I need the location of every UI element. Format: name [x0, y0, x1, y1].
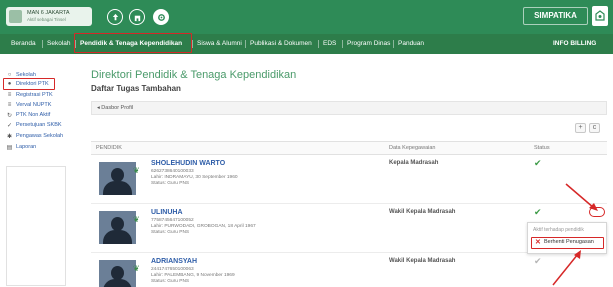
list-icon: ≡ [7, 92, 12, 98]
school-name: MAN 6 JAKARTA [27, 10, 70, 16]
check-icon: ✔ [534, 158, 542, 168]
leaf-badge-icon: ❦ [133, 215, 140, 224]
school-avatar [9, 10, 22, 23]
menu-divider [192, 40, 193, 48]
breadcrumb-label: Dasbor Profil [101, 105, 134, 111]
menu-divider [318, 40, 319, 48]
avatar [99, 211, 136, 244]
menu-item-info-billing[interactable]: INFO BILLING [553, 34, 596, 54]
document-icon: ▤ [6, 144, 13, 151]
sidebar-item-verval-nuptk[interactable]: ≡ Verval NUPTK [6, 101, 52, 109]
table-row: ❦ ADRIANSYAH 2441747650100063 Lahir: PAL… [91, 254, 607, 287]
menu-item-panduan[interactable]: Panduan [398, 34, 424, 54]
sidebar-item-registrasi-ptk[interactable]: ≡ Registrasi PTK [6, 91, 53, 99]
row-action-dropdown-button[interactable] [589, 207, 605, 217]
ptk-birth: Lahir: PALEMBANG, 9 November 1969 [151, 273, 235, 278]
sidebar-item-label: Verval NUPTK [16, 102, 52, 108]
menu-item-sekolah[interactable]: Sekolah [47, 34, 71, 54]
sidebar-item-laporan[interactable]: ▤ Laporan [6, 143, 37, 151]
column-header-pendidik: PENDIDIK [96, 145, 122, 151]
gear-icon[interactable] [153, 9, 169, 25]
menu-divider [393, 40, 394, 48]
ptk-position: Wakil Kepala Madrasah [389, 209, 456, 215]
avatar [99, 260, 136, 287]
school-role: Aktif sebagai Tinsel [27, 17, 66, 22]
ptk-status: Status: Guru PNS [151, 181, 190, 186]
column-header-status: Status [534, 145, 550, 151]
sidebar-item-label: Laporan [16, 144, 37, 150]
avatar [99, 162, 136, 195]
menu-divider [42, 40, 43, 48]
refresh-icon: ↻ [6, 112, 13, 119]
sidebar-item-label: Registrasi PTK [16, 92, 53, 98]
table-header: PENDIDIK Data Kepegawaian Status [91, 141, 607, 155]
ptk-status: Status: Guru PNS [151, 279, 190, 284]
user-icon: ✱ [6, 133, 13, 140]
list-icon: ≡ [7, 102, 12, 108]
sidebar-item-label: Persetujuan SKBK [16, 122, 62, 128]
ptk-id: 2441747650100063 [151, 267, 194, 272]
ptk-status: Status: Guru PNS [151, 230, 190, 235]
refresh-button[interactable]: c [589, 123, 600, 133]
page-subtitle: Daftar Tugas Tambahan [91, 84, 181, 93]
active-sidebar-highlight [3, 78, 55, 90]
menu-item-publikasi[interactable]: Publikasi & Dokumen [250, 34, 312, 54]
menu-item-eds[interactable]: EDS [323, 34, 336, 54]
building-icon[interactable] [129, 9, 145, 25]
brand-logo-text: SIMPATIKA [523, 7, 588, 25]
sidebar-item-pengawas-sekolah[interactable]: ✱ Pengawas Sekolah [6, 132, 63, 140]
ptk-name-link[interactable]: ULINUHA [151, 209, 183, 216]
brand-emblem-icon [592, 6, 608, 26]
breadcrumb[interactable]: ◂ Dasbor Profil [91, 101, 607, 115]
add-button[interactable]: + [575, 123, 586, 133]
menu-item-siswa[interactable]: Siswa & Alumni [197, 34, 242, 54]
sidebar-item-label: PTK Non Aktif [16, 112, 51, 118]
menu-divider [245, 40, 246, 48]
menu-header: Aktif terhadap pendidik [533, 227, 584, 233]
ptk-birth: Lahir: INDRAMAYU, 30 September 1960 [151, 175, 238, 180]
menu-item-label: Berhenti Penugasan [544, 239, 594, 245]
page-title: Direktori Pendidik & Tenaga Kependidikan [91, 69, 297, 81]
ptk-birth: Lahir: PURWODADI, GROBOGAN, 18 April 196… [151, 224, 256, 229]
ptk-name-link[interactable]: ADRIANSYAH [151, 258, 197, 265]
active-menu-highlight [74, 33, 192, 53]
top-header: MAN 6 JAKARTA Aktif sebagai Tinsel SIMPA… [0, 0, 613, 34]
check-icon: ✔ [534, 256, 542, 266]
school-selector[interactable]: MAN 6 JAKARTA Aktif sebagai Tinsel [6, 7, 92, 26]
menu-item-beranda[interactable]: Beranda [11, 34, 36, 54]
leaf-badge-icon: ❦ [133, 166, 140, 175]
column-header-kepegawaian: Data Kepegawaian [389, 145, 436, 151]
check-icon: ✓ [6, 122, 13, 129]
check-icon: ✔ [534, 207, 542, 217]
x-icon: ✕ [535, 239, 541, 246]
menu-item-program-dinas[interactable]: Program Dinas [347, 34, 390, 54]
sidebar-panel [6, 166, 66, 286]
sidebar-item-label: Pengawas Sekolah [16, 133, 64, 139]
ptk-position: Kepala Madrasah [389, 160, 439, 166]
ptk-name-link[interactable]: SHOLEHUDIN WARTO [151, 160, 225, 167]
leaf-badge-icon: ❦ [133, 264, 140, 273]
ptk-id: 6262738640100033 [151, 169, 194, 174]
ptk-id: 7758745647100052 [151, 218, 194, 223]
sidebar-item-ptk-non-aktif[interactable]: ↻ PTK Non Aktif [6, 111, 50, 119]
table-row: ❦ SHOLEHUDIN WARTO 6262738640100033 Lahi… [91, 156, 607, 204]
sidebar-item-persetujuan-skbk[interactable]: ✓ Persetujuan SKBK [6, 121, 62, 129]
row-action-menu: Aktif terhadap pendidik ✕ Berhenti Penug… [527, 222, 607, 254]
upload-icon[interactable] [107, 9, 123, 25]
menu-divider [342, 40, 343, 48]
stop-assignment-menu-item[interactable]: ✕ Berhenti Penugasan [531, 237, 604, 249]
ptk-position: Wakil Kepala Madrasah [389, 258, 456, 264]
